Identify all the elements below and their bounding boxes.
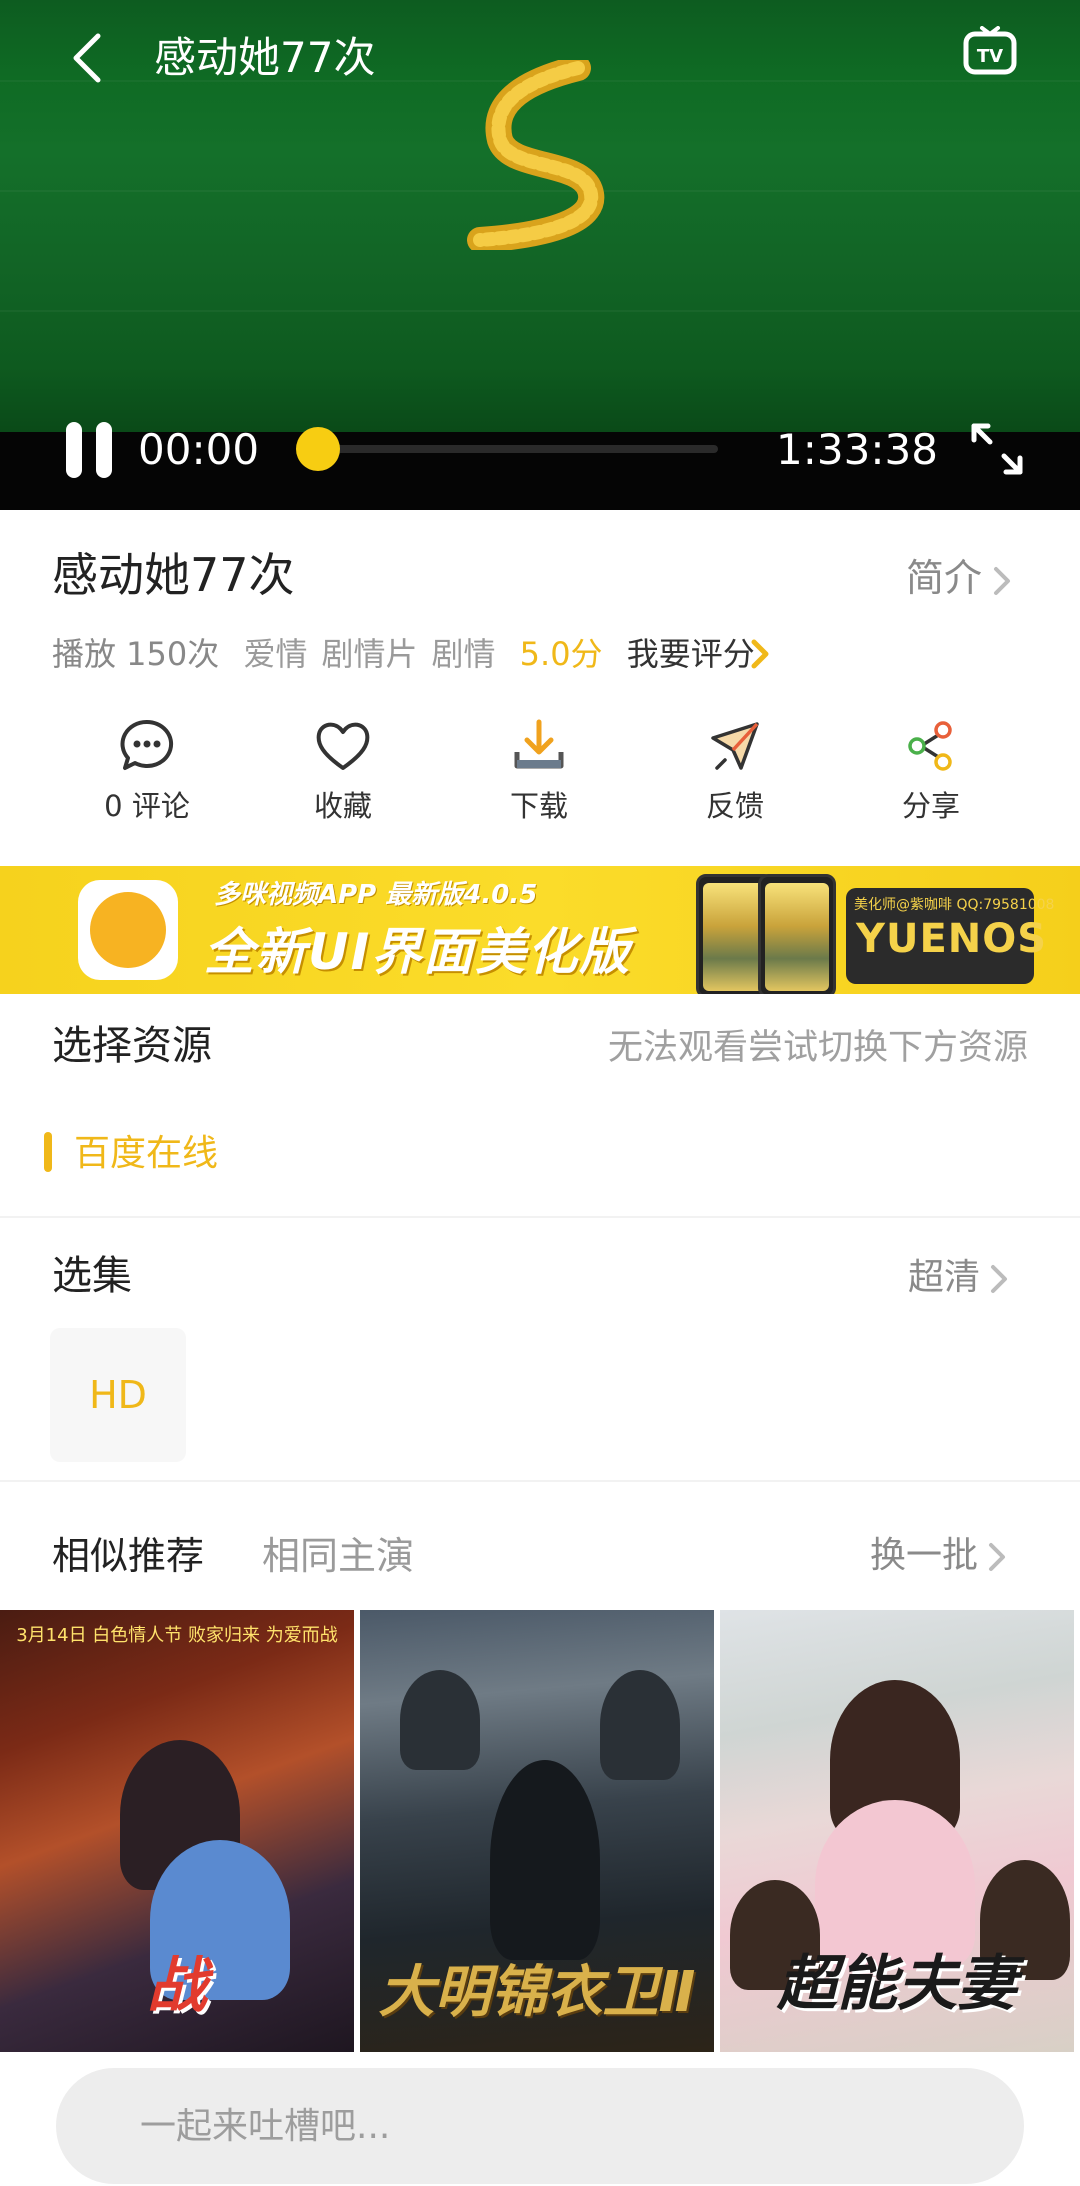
poster-title: 超能夫妻 — [777, 1949, 1017, 2019]
refresh-button[interactable]: 换一批 — [870, 1528, 1010, 1584]
poster-tagline: 3月14日 白色情人节 败家归来 为爱而战 — [16, 1625, 338, 1646]
action-label: 反馈 — [705, 789, 764, 823]
quality-label: 超清 — [908, 1257, 981, 1298]
divider — [0, 1216, 1080, 1218]
pause-icon[interactable] — [64, 422, 114, 478]
download-button[interactable]: 下载 — [454, 710, 624, 840]
source-heading: 选择资源 — [52, 1023, 212, 1069]
banner-title: 全新UI界面美化版 — [204, 923, 632, 981]
player-top-bar: 感动她77次 TV — [0, 0, 1080, 120]
comment-icon — [120, 719, 174, 770]
ad-banner[interactable]: 多咪视频APP 最新版4.0.5 全新UI界面美化版 美化师@紫咖啡 QQ:79… — [0, 866, 1080, 994]
banner-badge: 美化师@紫咖啡 QQ:79581008 YUENOS — [846, 888, 1054, 984]
episode-label: HD — [89, 1373, 147, 1417]
movie-title: 感动她77次 — [52, 548, 295, 602]
favorite-button[interactable]: 收藏 — [258, 710, 428, 840]
banner-subtitle: 多咪视频APP 最新版4.0.5 — [214, 880, 538, 910]
movie-poster[interactable]: 3月14日 白色情人节 败家归来 为爱而战 战 — [0, 1610, 354, 2052]
phone-mockup — [758, 874, 836, 994]
genre-tag: 剧情 — [431, 635, 496, 673]
tab-similar[interactable]: 相似推荐 — [52, 1528, 204, 1584]
selected-indicator — [44, 1132, 52, 1172]
app-logo — [78, 880, 178, 980]
svg-text:TV: TV — [977, 46, 1003, 67]
movie-poster[interactable]: 超能夫妻 — [720, 1610, 1074, 2052]
badge-brand: YUENOS — [856, 916, 1048, 962]
comment-input[interactable] — [140, 2096, 960, 2156]
chevron-right-icon — [994, 566, 1011, 595]
movie-poster[interactable]: 大明锦衣卫Ⅱ — [360, 1610, 714, 2052]
feedback-button[interactable]: 反馈 — [650, 710, 820, 840]
episode-chip[interactable]: HD — [50, 1328, 186, 1462]
fullscreen-icon[interactable] — [968, 420, 1026, 478]
quality-selector[interactable]: 超清 — [908, 1250, 1012, 1306]
chevron-right-icon — [991, 1265, 1008, 1293]
total-time: 1:33:38 — [776, 425, 938, 474]
action-label: 分享 — [901, 789, 960, 823]
action-label: 0 评论 — [104, 789, 190, 823]
rate-button[interactable]: 我要评分 — [627, 635, 755, 673]
action-bar: 0 评论 收藏 下载 反馈 分享 — [0, 710, 1080, 840]
genre-tag: 爱情 — [243, 635, 308, 673]
genre-tag: 剧情片 — [321, 635, 418, 673]
comment-button[interactable]: 0 评论 — [62, 710, 232, 840]
action-label: 下载 — [509, 789, 568, 823]
chevron-right-icon — [989, 1543, 1006, 1571]
back-arrow-icon[interactable] — [60, 28, 120, 88]
action-label: 收藏 — [313, 789, 372, 823]
video-title: 感动她77次 — [154, 33, 376, 82]
share-button[interactable]: 分享 — [846, 710, 1016, 840]
heart-icon — [316, 722, 370, 770]
download-icon — [514, 719, 564, 769]
refresh-label: 换一批 — [870, 1535, 979, 1576]
share-icon — [908, 721, 952, 771]
score: 5.0分 — [519, 635, 603, 673]
intro-link[interactable]: 简介 — [906, 550, 1016, 606]
tab-same-cast[interactable]: 相同主演 — [262, 1528, 414, 1584]
chevron-right-icon[interactable] — [748, 638, 774, 670]
intro-label: 简介 — [906, 556, 983, 600]
progress-thumb[interactable] — [296, 427, 340, 471]
badge-credit: 美化师@紫咖啡 QQ:79581008 — [854, 897, 1055, 913]
current-time: 00:00 — [138, 425, 260, 474]
poster-title: 大明锦衣卫Ⅱ — [378, 1960, 696, 2025]
source-hint: 无法观看尝试切换下方资源 — [607, 1028, 1028, 1068]
source-name: 百度在线 — [74, 1133, 219, 1174]
play-count: 播放 150次 — [52, 635, 220, 673]
tv-cast-icon[interactable]: TV — [962, 26, 1018, 82]
meta-row: 播放 150次 爱情 剧情片 剧情 5.0分 我要评分 — [52, 630, 769, 678]
progress-bar[interactable] — [318, 445, 718, 453]
paper-plane-icon — [711, 722, 759, 770]
episodes-heading: 选集 — [52, 1253, 132, 1299]
divider — [0, 1480, 1080, 1482]
comment-bar — [56, 2068, 1024, 2184]
poster-title: 战 — [147, 1951, 207, 2021]
